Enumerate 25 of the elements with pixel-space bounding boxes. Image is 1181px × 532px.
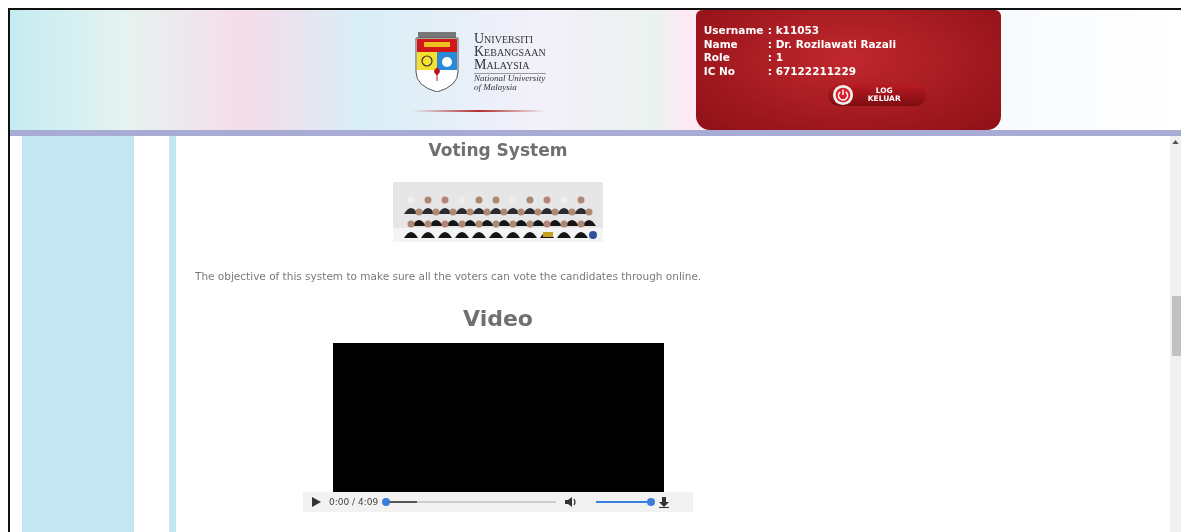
info-label: IC No (703, 64, 737, 78)
university-subtitle: of Malaysia (474, 83, 517, 92)
info-label: Username (703, 24, 765, 38)
info-value: : 67122211229 (767, 64, 857, 78)
info-value: : k11053 (767, 24, 821, 38)
scroll-up-icon[interactable] (1172, 140, 1179, 144)
download-icon[interactable] (659, 496, 670, 508)
university-name: Universiti (474, 32, 534, 45)
video-heading: Video (463, 306, 533, 331)
power-icon (831, 84, 854, 106)
info-value: : 1 (767, 51, 784, 65)
volume-icon[interactable] (564, 496, 579, 508)
time-display: 0:00 / 4:09 (329, 497, 379, 507)
university-name: Kebangsaan (474, 45, 546, 58)
info-label: Name (703, 37, 739, 51)
scrollbar[interactable] (1170, 136, 1181, 532)
university-subtitle: National University (474, 74, 546, 83)
info-label: Role (703, 51, 731, 65)
crest-icon (412, 32, 462, 92)
info-value: : Dr. Rozilawati Razali (767, 37, 897, 51)
scrollbar-thumb[interactable] (1172, 296, 1181, 356)
description-text: The objective of this system to make sure all the voters can vote the candidates through online. (195, 270, 703, 282)
play-icon[interactable] (311, 497, 321, 507)
university-name: Malaysia (474, 58, 531, 71)
page-title: Voting System (428, 140, 568, 160)
